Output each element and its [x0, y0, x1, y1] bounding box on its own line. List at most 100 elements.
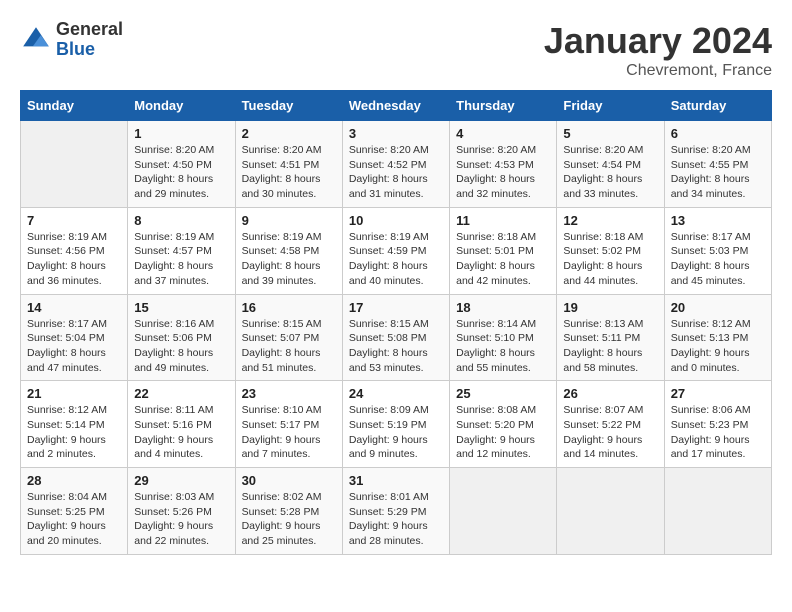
weekday-header: Tuesday: [235, 91, 342, 121]
calendar-cell: [557, 468, 664, 555]
calendar-cell: 9Sunrise: 8:19 AMSunset: 4:58 PMDaylight…: [235, 207, 342, 294]
day-number: 12: [563, 213, 657, 228]
day-info: Sunrise: 8:16 AMSunset: 5:06 PMDaylight:…: [134, 317, 228, 376]
day-number: 16: [242, 300, 336, 315]
calendar-cell: [450, 468, 557, 555]
page-header: General Blue January 2024 Chevremont, Fr…: [20, 20, 772, 80]
day-number: 26: [563, 386, 657, 401]
weekday-header: Monday: [128, 91, 235, 121]
day-info: Sunrise: 8:11 AMSunset: 5:16 PMDaylight:…: [134, 403, 228, 462]
day-info: Sunrise: 8:20 AMSunset: 4:54 PMDaylight:…: [563, 143, 657, 202]
day-number: 6: [671, 126, 765, 141]
day-info: Sunrise: 8:20 AMSunset: 4:51 PMDaylight:…: [242, 143, 336, 202]
day-number: 27: [671, 386, 765, 401]
weekday-header: Friday: [557, 91, 664, 121]
calendar-table: SundayMondayTuesdayWednesdayThursdayFrid…: [20, 90, 772, 555]
day-number: 2: [242, 126, 336, 141]
calendar-cell: 6Sunrise: 8:20 AMSunset: 4:55 PMDaylight…: [664, 121, 771, 208]
calendar-cell: 30 Sunrise: 8:02 AMSunset: 5:28 PMDayligh…: [235, 468, 342, 555]
day-number: 8: [134, 213, 228, 228]
day-info: Sunrise: 8:13 AMSunset: 5:11 PMDaylight:…: [563, 317, 657, 376]
day-info: Sunrise: 8:12 AMSunset: 5:14 PMDaylight:…: [27, 403, 121, 462]
calendar-cell: 28Sunrise: 8:04 AMSunset: 5:25 PMDayligh…: [21, 468, 128, 555]
logo-icon: [20, 24, 52, 56]
day-info: Sunrise: 8:09 AMSunset: 5:19 PMDaylight:…: [349, 403, 443, 462]
day-info: Sunrise: 8:20 AMSunset: 4:52 PMDaylight:…: [349, 143, 443, 202]
day-info: Sunrise: 8:04 AMSunset: 5:25 PMDaylight:…: [27, 490, 121, 549]
day-number: 30: [242, 473, 336, 488]
day-number: 20: [671, 300, 765, 315]
calendar-cell: 3 Sunrise: 8:20 AMSunset: 4:52 PMDaylight…: [342, 121, 449, 208]
day-number: 10: [349, 213, 443, 228]
day-info: Sunrise: 8:19 AMSunset: 4:56 PMDaylight:…: [27, 230, 121, 289]
title-block: January 2024 Chevremont, France: [544, 20, 772, 80]
weekday-header-row: SundayMondayTuesdayWednesdayThursdayFrid…: [21, 91, 772, 121]
calendar-cell: 7 Sunrise: 8:19 AMSunset: 4:56 PMDaylight…: [21, 207, 128, 294]
day-number: 18: [456, 300, 550, 315]
weekday-header: Saturday: [664, 91, 771, 121]
calendar-cell: [664, 468, 771, 555]
calendar-cell: [21, 121, 128, 208]
day-info: Sunrise: 8:15 AMSunset: 5:08 PMDaylight:…: [349, 317, 443, 376]
logo: General Blue: [20, 20, 123, 60]
calendar-cell: 16 Sunrise: 8:15 AMSunset: 5:07 PMDayligh…: [235, 294, 342, 381]
calendar-cell: 26 Sunrise: 8:07 AMSunset: 5:22 PMDayligh…: [557, 381, 664, 468]
calendar-cell: 22 Sunrise: 8:11 AMSunset: 5:16 PMDayligh…: [128, 381, 235, 468]
calendar-cell: 5 Sunrise: 8:20 AMSunset: 4:54 PMDaylight…: [557, 121, 664, 208]
day-number: 24: [349, 386, 443, 401]
logo-text: General Blue: [56, 20, 123, 60]
day-number: 31: [349, 473, 443, 488]
day-number: 25: [456, 386, 550, 401]
day-info: Sunrise: 8:02 AMSunset: 5:28 PMDaylight:…: [242, 490, 336, 549]
day-number: 29: [134, 473, 228, 488]
day-number: 11: [456, 213, 550, 228]
logo-general: General: [56, 19, 123, 39]
day-info: Sunrise: 8:19 AMSunset: 4:57 PMDaylight:…: [134, 230, 228, 289]
day-number: 23: [242, 386, 336, 401]
day-number: 15: [134, 300, 228, 315]
day-info: Sunrise: 8:10 AMSunset: 5:17 PMDaylight:…: [242, 403, 336, 462]
calendar-cell: 2 Sunrise: 8:20 AMSunset: 4:51 PMDaylight…: [235, 121, 342, 208]
weekday-header: Sunday: [21, 91, 128, 121]
day-number: 21: [27, 386, 121, 401]
calendar-cell: 11Sunrise: 8:18 AMSunset: 5:01 PMDayligh…: [450, 207, 557, 294]
calendar-cell: 13Sunrise: 8:17 AMSunset: 5:03 PMDayligh…: [664, 207, 771, 294]
day-info: Sunrise: 8:01 AMSunset: 5:29 PMDaylight:…: [349, 490, 443, 549]
calendar-cell: 10 Sunrise: 8:19 AMSunset: 4:59 PMDayligh…: [342, 207, 449, 294]
calendar-cell: 17 Sunrise: 8:15 AMSunset: 5:08 PMDayligh…: [342, 294, 449, 381]
calendar-cell: 15 Sunrise: 8:16 AMSunset: 5:06 PMDayligh…: [128, 294, 235, 381]
calendar-week-row: 1Sunrise: 8:20 AMSunset: 4:50 PMDaylight…: [21, 121, 772, 208]
day-number: 5: [563, 126, 657, 141]
calendar-cell: 31 Sunrise: 8:01 AMSunset: 5:29 PMDayligh…: [342, 468, 449, 555]
weekday-header: Wednesday: [342, 91, 449, 121]
calendar-cell: 1Sunrise: 8:20 AMSunset: 4:50 PMDaylight…: [128, 121, 235, 208]
logo-blue: Blue: [56, 39, 95, 59]
day-info: Sunrise: 8:17 AMSunset: 5:04 PMDaylight:…: [27, 317, 121, 376]
calendar-cell: 12Sunrise: 8:18 AMSunset: 5:02 PMDayligh…: [557, 207, 664, 294]
day-number: 22: [134, 386, 228, 401]
calendar-week-row: 28Sunrise: 8:04 AMSunset: 5:25 PMDayligh…: [21, 468, 772, 555]
day-number: 17: [349, 300, 443, 315]
day-info: Sunrise: 8:07 AMSunset: 5:22 PMDaylight:…: [563, 403, 657, 462]
day-info: Sunrise: 8:03 AMSunset: 5:26 PMDaylight:…: [134, 490, 228, 549]
day-number: 7: [27, 213, 121, 228]
day-info: Sunrise: 8:14 AMSunset: 5:10 PMDaylight:…: [456, 317, 550, 376]
calendar-cell: 29 Sunrise: 8:03 AMSunset: 5:26 PMDayligh…: [128, 468, 235, 555]
calendar-cell: 20 Sunrise: 8:12 AMSunset: 5:13 PMDayligh…: [664, 294, 771, 381]
location: Chevremont, France: [544, 62, 772, 80]
calendar-cell: 24 Sunrise: 8:09 AMSunset: 5:19 PMDayligh…: [342, 381, 449, 468]
day-number: 19: [563, 300, 657, 315]
day-info: Sunrise: 8:12 AMSunset: 5:13 PMDaylight:…: [671, 317, 765, 376]
calendar-cell: 25 Sunrise: 8:08 AMSunset: 5:20 PMDayligh…: [450, 381, 557, 468]
day-number: 3: [349, 126, 443, 141]
calendar-body: 1Sunrise: 8:20 AMSunset: 4:50 PMDaylight…: [21, 121, 772, 555]
calendar-cell: 27 Sunrise: 8:06 AMSunset: 5:23 PMDayligh…: [664, 381, 771, 468]
day-info: Sunrise: 8:15 AMSunset: 5:07 PMDaylight:…: [242, 317, 336, 376]
day-info: Sunrise: 8:19 AMSunset: 4:59 PMDaylight:…: [349, 230, 443, 289]
calendar-cell: 21 Sunrise: 8:12 AMSunset: 5:14 PMDayligh…: [21, 381, 128, 468]
day-info: Sunrise: 8:06 AMSunset: 5:23 PMDaylight:…: [671, 403, 765, 462]
day-info: Sunrise: 8:17 AMSunset: 5:03 PMDaylight:…: [671, 230, 765, 289]
day-number: 9: [242, 213, 336, 228]
calendar-cell: 4Sunrise: 8:20 AMSunset: 4:53 PMDaylight…: [450, 121, 557, 208]
day-info: Sunrise: 8:08 AMSunset: 5:20 PMDaylight:…: [456, 403, 550, 462]
